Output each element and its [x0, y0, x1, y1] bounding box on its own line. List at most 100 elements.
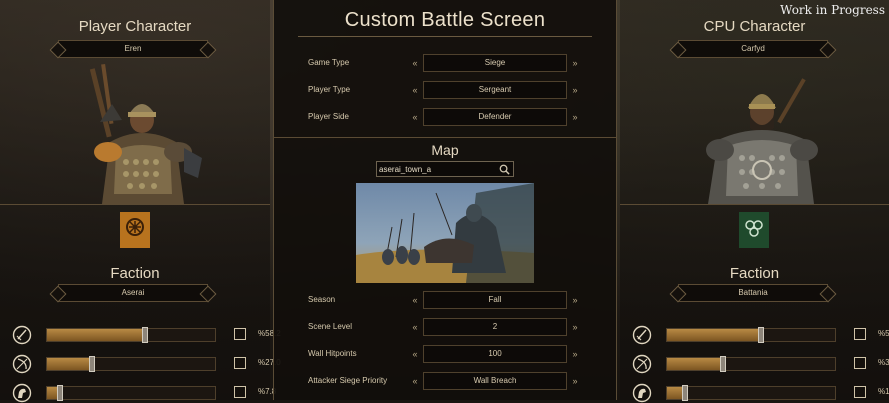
- previous-arrow-icon[interactable]: «: [406, 81, 424, 99]
- player-faction-field[interactable]: Aserai: [58, 284, 208, 302]
- sword-icon: [12, 325, 32, 345]
- cpu-skill-slider-fill: [667, 329, 761, 341]
- battle-option-value[interactable]: Defender: [423, 108, 567, 126]
- player-faction-banner: [120, 212, 150, 258]
- cpu-faction-name: Battania: [738, 288, 768, 297]
- map-title: Map: [431, 142, 459, 158]
- scene-option-value[interactable]: Wall Breach: [423, 372, 567, 390]
- next-arrow-icon[interactable]: »: [566, 108, 584, 126]
- aserai-emblem-icon: [120, 212, 150, 248]
- horse-icon: [12, 383, 32, 403]
- battle-option-value[interactable]: Siege: [423, 54, 567, 72]
- cpu-name: Carfyd: [741, 44, 765, 53]
- player-faction-name: Aserai: [121, 288, 145, 297]
- player-skill-slider-handle[interactable]: [89, 356, 96, 372]
- next-arrow-icon[interactable]: »: [566, 345, 584, 363]
- next-arrow-icon[interactable]: »: [566, 291, 584, 309]
- bow-icon: [632, 354, 652, 374]
- search-icon[interactable]: [499, 164, 510, 175]
- map-preview-image[interactable]: [356, 183, 534, 283]
- player-faction-label: Faction: [110, 265, 160, 282]
- player-title: Player Character: [78, 18, 192, 35]
- scene-option-selector: «100»: [406, 345, 584, 363]
- cpu-title: CPU Character: [703, 18, 806, 35]
- player-skill-slider[interactable]: [46, 327, 216, 343]
- scene-option-selector: «Fall»: [406, 291, 584, 309]
- player-name-field[interactable]: Eren: [58, 40, 208, 58]
- next-arrow-icon[interactable]: »: [566, 81, 584, 99]
- player-skill-slider[interactable]: [46, 356, 216, 372]
- battle-option-label: Player Side: [308, 112, 349, 121]
- next-arrow-icon[interactable]: »: [566, 318, 584, 336]
- battle-option-value[interactable]: Sergeant: [423, 81, 567, 99]
- previous-arrow-icon[interactable]: «: [406, 345, 424, 363]
- previous-arrow-icon[interactable]: «: [406, 372, 424, 390]
- cpu-skill-percent: %33.5: [878, 358, 889, 367]
- previous-arrow-icon[interactable]: «: [406, 318, 424, 336]
- player-skill-lock-checkbox[interactable]: [234, 328, 246, 340]
- scene-option-value[interactable]: 2: [423, 318, 567, 336]
- cpu-portrait: [706, 78, 818, 204]
- player-skill-lock-checkbox[interactable]: [234, 357, 246, 369]
- player-divider: [0, 204, 270, 205]
- cpu-panel: CPU Character Carfyd Faction Battania %5…: [620, 0, 889, 403]
- cpu-skill-percent: %10.7: [878, 387, 889, 396]
- cpu-stat-row: %10.7: [632, 383, 889, 403]
- cpu-skill-lock-checkbox[interactable]: [854, 328, 866, 340]
- player-stat-row: %58.2: [12, 325, 281, 345]
- cpu-skill-percent: %55.7: [878, 329, 889, 338]
- player-skill-slider-handle[interactable]: [57, 385, 64, 401]
- horse-icon: [632, 383, 652, 403]
- battle-option-selector: «Sergeant»: [406, 81, 584, 99]
- scene-option-value[interactable]: 100: [423, 345, 567, 363]
- scene-option-selector: «Wall Breach»: [406, 372, 584, 390]
- scene-option-value[interactable]: Fall: [423, 291, 567, 309]
- map-search-input[interactable]: [379, 162, 491, 176]
- cpu-skill-lock-checkbox[interactable]: [854, 386, 866, 398]
- bow-icon: [12, 354, 32, 374]
- scene-option-label: Wall Hitpoints: [308, 349, 357, 358]
- battania-emblem-icon: [739, 212, 769, 248]
- player-skill-slider-fill: [47, 358, 93, 370]
- cpu-faction-banner: [739, 212, 769, 258]
- player-stat-row: %7.8: [12, 383, 276, 403]
- map-search: [376, 161, 514, 177]
- cpu-skill-slider[interactable]: [666, 327, 836, 343]
- cpu-skill-slider[interactable]: [666, 356, 836, 372]
- player-stat-row: %27.0: [12, 354, 281, 374]
- cpu-skill-lock-checkbox[interactable]: [854, 357, 866, 369]
- cpu-faction-label: Faction: [729, 265, 780, 282]
- player-skill-lock-checkbox[interactable]: [234, 386, 246, 398]
- cpu-faction-field[interactable]: Battania: [678, 284, 828, 302]
- player-skill-slider-fill: [47, 329, 145, 341]
- previous-arrow-icon[interactable]: «: [406, 54, 424, 72]
- battle-settings-panel: Custom Battle Screen Game Type «Siege» Pla…: [273, 0, 617, 400]
- cpu-skill-slider-handle[interactable]: [681, 385, 688, 401]
- cpu-stat-row: %55.7: [632, 325, 889, 345]
- scene-option-label: Season: [308, 295, 336, 304]
- next-arrow-icon[interactable]: »: [566, 54, 584, 72]
- cpu-stat-row: %33.5: [632, 354, 889, 374]
- map-section-divider: [274, 137, 616, 138]
- battle-option-label: Game Type: [308, 58, 350, 67]
- scene-option-selector: «2»: [406, 318, 584, 336]
- previous-arrow-icon[interactable]: «: [406, 108, 424, 126]
- cpu-skill-slider-handle[interactable]: [757, 327, 764, 343]
- battle-option-selector: «Defender»: [406, 108, 584, 126]
- player-skill-slider[interactable]: [46, 385, 216, 401]
- battle-option-selector: «Siege»: [406, 54, 584, 72]
- cpu-skill-slider-handle[interactable]: [720, 356, 727, 372]
- player-name: Eren: [124, 44, 142, 53]
- previous-arrow-icon[interactable]: «: [406, 291, 424, 309]
- scene-option-label: Attacker Siege Priority: [308, 376, 388, 385]
- cpu-name-field[interactable]: Carfyd: [678, 40, 828, 58]
- player-portrait: [89, 63, 202, 204]
- player-panel: Player Character Eren Faction Aserai %58: [0, 0, 281, 403]
- player-skill-slider-handle[interactable]: [141, 327, 148, 343]
- cpu-skill-slider[interactable]: [666, 385, 836, 401]
- battle-option-label: Player Type: [308, 85, 351, 94]
- next-arrow-icon[interactable]: »: [566, 372, 584, 390]
- cpu-divider: [620, 204, 889, 205]
- page-title: Custom Battle Screen: [344, 9, 546, 31]
- title-rule: [298, 36, 592, 37]
